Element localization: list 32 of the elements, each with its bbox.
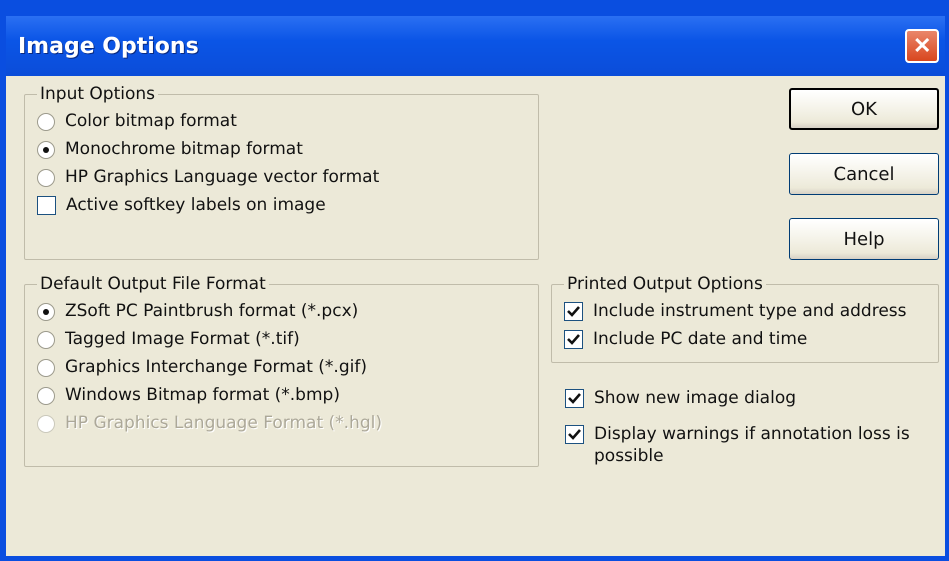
option-label: HP Graphics Language Format (*.hgl): [65, 412, 382, 434]
dialog-button[interactable]: OK: [789, 88, 939, 130]
checkbox[interactable]: [565, 425, 584, 444]
option-label: Include instrument type and address: [593, 300, 906, 322]
radio-button[interactable]: [37, 113, 55, 131]
option-label: Show new image dialog: [594, 387, 796, 409]
dialog-button[interactable]: Help: [789, 218, 939, 260]
dialog-button[interactable]: Cancel: [789, 153, 939, 195]
option-label: ZSoft PC Paintbrush format (*.pcx): [65, 300, 358, 322]
checkbox[interactable]: [564, 302, 583, 321]
checkbox[interactable]: [565, 389, 584, 408]
option-label: Active softkey labels on image: [66, 194, 326, 216]
group-title: Printed Output Options: [566, 274, 764, 294]
option-label: Graphics Interchange Format (*.gif): [65, 356, 367, 378]
option-label: Tagged Image Format (*.tif): [65, 328, 300, 350]
option-label: Color bitmap format: [65, 110, 237, 132]
option-label: Windows Bitmap format (*.bmp): [65, 384, 340, 406]
radio-button[interactable]: [37, 387, 55, 405]
checkbox[interactable]: [37, 196, 56, 215]
radio-button[interactable]: [37, 331, 55, 349]
radio-button[interactable]: [37, 141, 55, 159]
radio-button[interactable]: [37, 169, 55, 187]
window-title: Image Options: [18, 34, 199, 58]
option-label: HP Graphics Language vector format: [65, 166, 380, 188]
option-label: Monochrome bitmap format: [65, 138, 303, 160]
option-label: Include PC date and time: [593, 328, 808, 350]
group-title: Input Options: [39, 84, 156, 104]
option-label: Display warnings if annotation loss is possible: [594, 423, 911, 467]
radio-button[interactable]: [37, 303, 55, 321]
group-title: Default Output File Format: [39, 274, 267, 294]
checkbox[interactable]: [564, 330, 583, 349]
radio-button[interactable]: [37, 359, 55, 377]
